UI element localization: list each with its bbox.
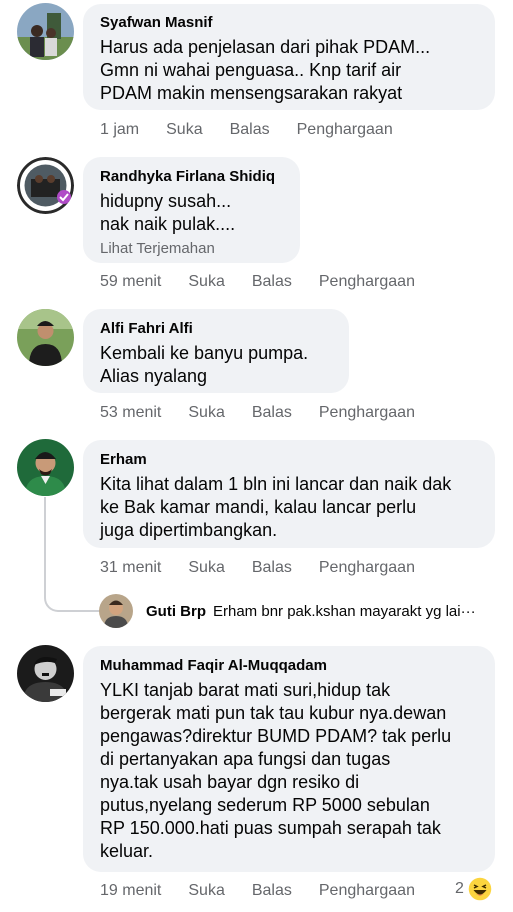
- avatar[interactable]: [17, 157, 74, 214]
- avatar[interactable]: [17, 309, 74, 366]
- avatar[interactable]: [17, 645, 74, 702]
- award-button[interactable]: Penghargaan: [319, 272, 415, 292]
- reply-button[interactable]: Balas: [252, 558, 292, 578]
- reply-text: Erham bnr pak.kshan mayarakt yg lai: [213, 602, 461, 620]
- reply-button[interactable]: Balas: [252, 881, 292, 901]
- like-button[interactable]: Suka: [188, 881, 224, 901]
- reply-button[interactable]: Balas: [252, 272, 292, 292]
- comment-author[interactable]: Erham: [100, 450, 478, 469]
- reply-avatar[interactable]: [99, 594, 133, 628]
- comment-text: Kembali ke banyu pumpa. Alias nyalang: [100, 343, 309, 386]
- see-translation-link[interactable]: Lihat Terjemahan: [100, 239, 283, 259]
- comment-actions: 53 menit Suka Balas Penghargaan: [100, 403, 415, 423]
- comment-bubble: Syafwan Masnif Harus ada penjelasan dari…: [83, 4, 495, 110]
- award-button[interactable]: Penghargaan: [297, 120, 393, 140]
- comment-actions: 31 menit Suka Balas Penghargaan: [100, 558, 415, 578]
- like-button[interactable]: Suka: [188, 558, 224, 578]
- reply-ellipsis: ···: [460, 602, 476, 620]
- avatar[interactable]: [17, 439, 74, 496]
- comment-author[interactable]: Muhammad Faqir Al-Muqqadam: [100, 656, 478, 675]
- comment-time[interactable]: 31 menit: [100, 558, 161, 578]
- comment-bubble: Erham Kita lihat dalam 1 bln ini lancar …: [83, 440, 495, 548]
- award-button[interactable]: Penghargaan: [319, 881, 415, 901]
- comment-actions: 59 menit Suka Balas Penghargaan: [100, 272, 415, 292]
- award-button[interactable]: Penghargaan: [319, 403, 415, 423]
- reply-button[interactable]: Balas: [252, 403, 292, 423]
- comment-time[interactable]: 59 menit: [100, 272, 161, 292]
- comment-author[interactable]: Alfi Fahri Alfi: [100, 319, 332, 338]
- comment-author[interactable]: Syafwan Masnif: [100, 13, 478, 32]
- comment-time[interactable]: 1 jam: [100, 120, 139, 140]
- like-button[interactable]: Suka: [188, 403, 224, 423]
- comment-time[interactable]: 19 menit: [100, 881, 161, 901]
- comment-text: YLKI tanjab barat mati suri,hidup tak be…: [100, 680, 452, 861]
- like-button[interactable]: Suka: [166, 120, 202, 140]
- reply-preview[interactable]: Guti Brp Erham bnr pak.kshan mayarakt yg…: [99, 594, 476, 628]
- comment-actions: 19 menit Suka Balas Penghargaan: [100, 881, 415, 901]
- comment-bubble: Alfi Fahri Alfi Kembali ke banyu pumpa. …: [83, 309, 349, 393]
- award-button[interactable]: Penghargaan: [319, 558, 415, 578]
- reply-button[interactable]: Balas: [230, 120, 270, 140]
- comment-time[interactable]: 53 menit: [100, 403, 161, 423]
- reaction-count: 2: [455, 880, 464, 897]
- comment-author[interactable]: Randhyka Firlana Shidiq: [100, 167, 283, 186]
- comment-actions: 1 jam Suka Balas Penghargaan: [100, 120, 393, 140]
- haha-emoji-icon: [467, 876, 493, 902]
- comment-bubble: Randhyka Firlana Shidiq hidupny susah...…: [83, 157, 300, 263]
- thread-connector: [44, 497, 104, 612]
- comment-text: Kita lihat dalam 1 bln ini lancar dan na…: [100, 474, 452, 540]
- avatar[interactable]: [17, 3, 74, 60]
- comment-bubble: Muhammad Faqir Al-Muqqadam YLKI tanjab b…: [83, 646, 495, 872]
- comment-text: Harus ada penjelasan dari pihak PDAM... …: [100, 37, 431, 103]
- like-button[interactable]: Suka: [188, 272, 224, 292]
- reaction-summary[interactable]: 2: [455, 876, 493, 902]
- comment-text: hidupny susah... nak naik pulak....: [100, 191, 236, 234]
- reply-author[interactable]: Guti Brp: [146, 603, 206, 620]
